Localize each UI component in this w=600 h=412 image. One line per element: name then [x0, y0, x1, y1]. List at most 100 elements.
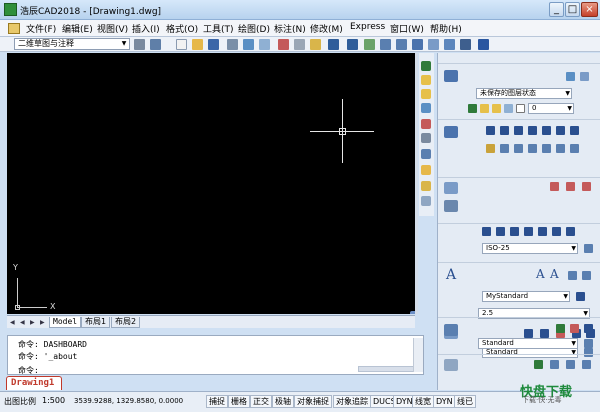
tab-model[interactable]: Model: [49, 317, 82, 328]
freeze-icon[interactable]: [421, 75, 431, 85]
layer-isolate-icon[interactable]: [421, 165, 431, 175]
minimize-button[interactable]: _: [549, 2, 564, 17]
workspace-select[interactable]: 二维草图与注释 ▼: [14, 38, 130, 50]
current-layer-select[interactable]: 0 ▼: [528, 103, 574, 114]
menu-dimension[interactable]: 标注(N): [274, 22, 306, 35]
radius-dim-icon[interactable]: [524, 227, 533, 236]
copy-icon[interactable]: [294, 39, 305, 50]
last-tab-icon[interactable]: ▶: [40, 319, 45, 326]
redo-icon[interactable]: [347, 39, 358, 50]
chevron-down-icon[interactable]: ▼: [571, 339, 576, 348]
dyn2-button[interactable]: DYN: [433, 395, 456, 408]
workspace-save-icon[interactable]: [150, 39, 161, 50]
plot-scale-value[interactable]: 1:500: [42, 396, 65, 405]
block-icon[interactable]: [444, 359, 458, 371]
otrack-button[interactable]: 对象追踪: [333, 395, 371, 408]
menu-express[interactable]: Express: [350, 22, 385, 32]
layer-walk-icon[interactable]: [421, 149, 431, 159]
ortho-button[interactable]: 正交: [250, 395, 272, 408]
insert-block-icon[interactable]: [534, 360, 543, 369]
print-icon[interactable]: [227, 39, 238, 50]
save-icon[interactable]: [208, 39, 219, 50]
linear-dim-icon[interactable]: [482, 227, 491, 236]
dim-tool-icon[interactable]: [566, 182, 575, 191]
move-icon[interactable]: [556, 144, 565, 153]
layers-icon[interactable]: [444, 70, 458, 82]
polar-button[interactable]: 极轴: [272, 395, 294, 408]
array-icon[interactable]: [542, 144, 551, 153]
chevron-down-icon[interactable]: ▼: [567, 104, 572, 113]
dim-style-manager-icon[interactable]: [584, 244, 593, 253]
open-folder-icon[interactable]: [192, 39, 203, 50]
attribute-icon[interactable]: [582, 360, 591, 369]
edit-block-icon[interactable]: [566, 360, 575, 369]
dimension-icon[interactable]: [444, 200, 458, 212]
chevron-down-icon[interactable]: ▼: [565, 89, 570, 98]
lightbulb-icon[interactable]: [480, 104, 489, 113]
properties-icon[interactable]: [412, 39, 423, 50]
design-center-icon[interactable]: [428, 39, 439, 50]
menu-tools[interactable]: 工具(T): [203, 22, 234, 35]
next-tab-icon[interactable]: ▶: [30, 319, 35, 326]
create-block-icon[interactable]: [550, 360, 559, 369]
tool-palettes-icon[interactable]: [444, 39, 455, 50]
table-style-select[interactable]: Standard ▼: [478, 338, 578, 349]
line-icon[interactable]: [486, 126, 495, 135]
circle-icon[interactable]: [570, 126, 579, 135]
zoom-realtime-icon[interactable]: [380, 39, 391, 50]
layer-delete-icon[interactable]: [421, 119, 431, 129]
layer-tool-icon[interactable]: [580, 72, 589, 81]
undo-icon[interactable]: [328, 39, 339, 50]
mirror-icon[interactable]: [514, 144, 523, 153]
prev-tab-icon[interactable]: ◀: [20, 319, 25, 326]
polygon-icon[interactable]: [528, 126, 537, 135]
publish-icon[interactable]: [259, 39, 270, 50]
table-tool-icon[interactable]: [556, 324, 565, 333]
help-icon[interactable]: [478, 39, 489, 50]
new-file-icon[interactable]: [176, 39, 187, 50]
table-tool-icon[interactable]: [570, 324, 579, 333]
chevron-down-icon[interactable]: ▼: [571, 244, 576, 253]
document-tab[interactable]: Drawing1: [6, 376, 62, 390]
diameter-dim-icon[interactable]: [538, 227, 547, 236]
menu-modify[interactable]: 修改(M): [310, 22, 343, 35]
document-icon[interactable]: [8, 23, 20, 34]
continue-dim-icon[interactable]: [510, 227, 519, 236]
copy-object-icon[interactable]: [500, 144, 509, 153]
lightbulb-icon[interactable]: [421, 89, 431, 99]
pan-icon[interactable]: [364, 39, 375, 50]
table-tool-icon[interactable]: [584, 324, 593, 333]
layer-merge-icon[interactable]: [421, 181, 431, 191]
dimension-tools-icon[interactable]: [444, 182, 458, 194]
leader-icon[interactable]: [566, 227, 575, 236]
cut-icon[interactable]: [278, 39, 289, 50]
menu-view[interactable]: 视图(V): [97, 22, 128, 35]
command-window[interactable]: 命令: DASHBOARD 命令: '_about 命令:: [7, 335, 424, 375]
layer-state-select[interactable]: 未保存的图层状态 ▼: [476, 88, 572, 99]
menu-edit[interactable]: 编辑(E): [62, 22, 93, 35]
rotate-icon[interactable]: [570, 144, 579, 153]
lineweight2-button[interactable]: 线已: [454, 395, 476, 408]
dim-style-select[interactable]: ISO-25 ▼: [482, 243, 578, 254]
lock-icon[interactable]: [504, 104, 513, 113]
coordinate-readout[interactable]: 3539.9288, 1329.8580, 0.0000: [74, 397, 183, 405]
table-icon[interactable]: [444, 324, 458, 336]
close-button[interactable]: ×: [581, 2, 598, 17]
print-preview-icon[interactable]: [243, 39, 254, 50]
zoom-window-icon[interactable]: [396, 39, 407, 50]
layer-states-icon[interactable]: [421, 196, 431, 206]
layer-tool-icon[interactable]: [566, 72, 575, 81]
offset-icon[interactable]: [528, 144, 537, 153]
menu-format[interactable]: 格式(O): [166, 22, 198, 35]
lineweight-button[interactable]: 线宽: [412, 395, 434, 408]
calculator-icon[interactable]: [460, 39, 471, 50]
aligned-dim-icon[interactable]: [496, 227, 505, 236]
layer-copy-icon[interactable]: [421, 133, 431, 143]
menu-draw[interactable]: 绘图(D): [238, 22, 270, 35]
menu-insert[interactable]: 插入(I): [132, 22, 160, 35]
tab-layout2[interactable]: 布局2: [111, 317, 141, 328]
command-prompt[interactable]: 命令:: [18, 365, 39, 376]
sun-icon[interactable]: [492, 104, 501, 113]
snap-button[interactable]: 捕捉: [206, 395, 228, 408]
erase-icon[interactable]: [486, 144, 495, 153]
